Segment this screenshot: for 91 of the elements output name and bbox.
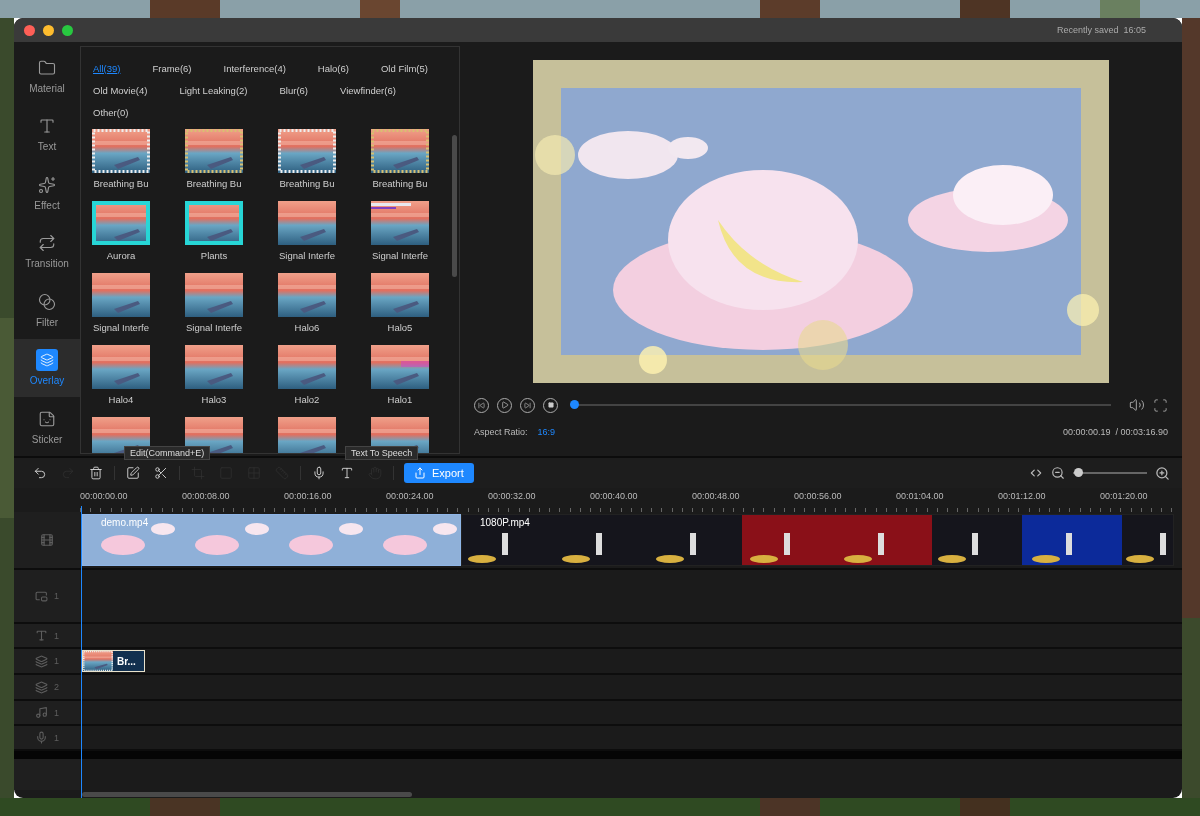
text-icon[interactable] (340, 466, 354, 480)
track-number: 1 (54, 656, 59, 666)
ruler-label: 00:00:16.00 (284, 490, 333, 503)
cut-icon[interactable] (154, 466, 168, 480)
overlay-name: Halo2 (294, 394, 320, 405)
film-icon (40, 533, 54, 547)
share-icon (414, 467, 426, 479)
category-tab[interactable]: Frame(6) (152, 63, 192, 75)
ruler-label: 00:00:56.00 (794, 490, 843, 503)
overlay-name: Signal Interfe (93, 322, 149, 333)
category-tab[interactable]: All(39) (93, 63, 121, 75)
ruler-label: 00:00:08.00 (182, 490, 231, 503)
picture-in-picture-icon (35, 589, 48, 603)
zoom-out-icon[interactable] (1051, 466, 1065, 480)
progress-thumb[interactable] (570, 400, 579, 409)
overlay-name: Aurora (106, 250, 136, 261)
ruler-label: 00:00:00.00 (80, 490, 129, 503)
tooltip: Text To Speech (345, 446, 419, 460)
overlay-name: Halo5 (387, 322, 413, 333)
delete-icon[interactable] (89, 466, 103, 480)
skip-back-icon (478, 401, 485, 409)
play-icon (500, 401, 509, 409)
microphone-icon[interactable] (312, 466, 326, 480)
category-tab[interactable]: Halo(6) (317, 63, 349, 75)
track-number: 1 (54, 630, 59, 641)
overlay-name: Halo1 (387, 394, 413, 405)
layers-icon (35, 654, 48, 668)
ruler-label: 00:01:04.00 (896, 490, 945, 503)
overlay-name: Breathing Bu (372, 178, 428, 189)
fullscreen-icon[interactable] (1153, 397, 1168, 413)
overlay-name: Breathing Bu (93, 178, 149, 189)
sidebar-item[interactable]: Text (14, 104, 80, 163)
undo-icon[interactable] (33, 466, 47, 480)
aspect-ratio-label: Aspect Ratio: (474, 427, 528, 437)
category-tab[interactable]: Light Leaking(2) (179, 85, 248, 97)
text-icon (35, 629, 48, 642)
sidebar-item[interactable]: Filter (14, 280, 80, 339)
category-tab[interactable]: Old Film(5) (381, 63, 428, 75)
overlay-clip[interactable]: Br... (82, 650, 145, 672)
overlay-name: Halo4 (108, 394, 134, 405)
ruler-label: 00:01:20.00 (1100, 490, 1149, 503)
overlay-name: Breathing Bu (186, 178, 242, 189)
sidebar-item[interactable]: Effect (14, 163, 80, 222)
category-tab[interactable]: Blur(6) (279, 85, 309, 97)
sidebar-item[interactable]: Material (14, 46, 80, 105)
category-tab[interactable]: Old Movie(4) (93, 85, 148, 97)
track-number: 1 (54, 591, 59, 601)
music-icon (35, 706, 48, 719)
save-status: Recently saved 16:05 (1056, 25, 1146, 35)
minimize-button[interactable] (43, 24, 54, 36)
stop-icon (547, 402, 554, 408)
playback-time: 00:00:00.19 / 00:03:16.90 (1062, 427, 1168, 437)
sidebar-item[interactable]: Overlay (14, 338, 80, 397)
layers-icon (35, 680, 48, 694)
clip-name: demo.mp4 (101, 517, 149, 528)
category-tab[interactable]: Viewfinder(6) (340, 85, 396, 97)
track-number: 1 (54, 732, 59, 743)
sidebar-item[interactable]: Sticker (14, 397, 80, 456)
ruler-label: 00:00:32.00 (488, 490, 537, 503)
fit-icon[interactable] (1029, 466, 1043, 480)
clip-name: 1080P.mp4 (480, 517, 530, 528)
ruler-label: 00:00:40.00 (590, 490, 639, 503)
overlay-name: Halo3 (201, 394, 227, 405)
zoom-in-icon[interactable] (1155, 465, 1170, 481)
volume-icon[interactable] (1129, 397, 1145, 413)
close-button[interactable] (24, 24, 35, 36)
ruler-label: 00:00:48.00 (692, 490, 741, 503)
aspect-ratio-value[interactable]: 16:9 (537, 427, 556, 437)
ruler-label: 00:00:24.00 (386, 490, 435, 503)
skip-forward-icon (524, 401, 531, 409)
overlay-name: Signal Interfe (186, 322, 242, 333)
layers-icon (36, 349, 58, 372)
zoom-button[interactable] (62, 24, 73, 36)
overlay-name: Breathing Bu (279, 178, 335, 189)
track-number: 1 (54, 707, 59, 718)
tooltip: Edit(Command+E) (124, 446, 211, 460)
sidebar-item[interactable]: Transition (14, 221, 80, 280)
scrollbar[interactable] (452, 135, 457, 277)
video-clip[interactable]: 1080P.mp4 (461, 514, 1174, 566)
overlay-name: Halo6 (294, 322, 320, 333)
category-tab[interactable]: Other(0) (93, 107, 129, 119)
clip-name: Br... (117, 655, 136, 667)
edit-icon[interactable] (126, 466, 140, 480)
overlay-name: Signal Interfe (372, 250, 428, 261)
zoom-thumb[interactable] (1074, 468, 1084, 477)
ruler-label: 00:01:12.00 (998, 490, 1047, 503)
microphone-icon (35, 731, 48, 744)
overlay-name: Signal Interfe (279, 250, 335, 261)
scrollbar[interactable] (82, 791, 412, 797)
overlay-name: Plants (200, 250, 228, 261)
category-tab[interactable]: Interference(4) (223, 63, 286, 75)
